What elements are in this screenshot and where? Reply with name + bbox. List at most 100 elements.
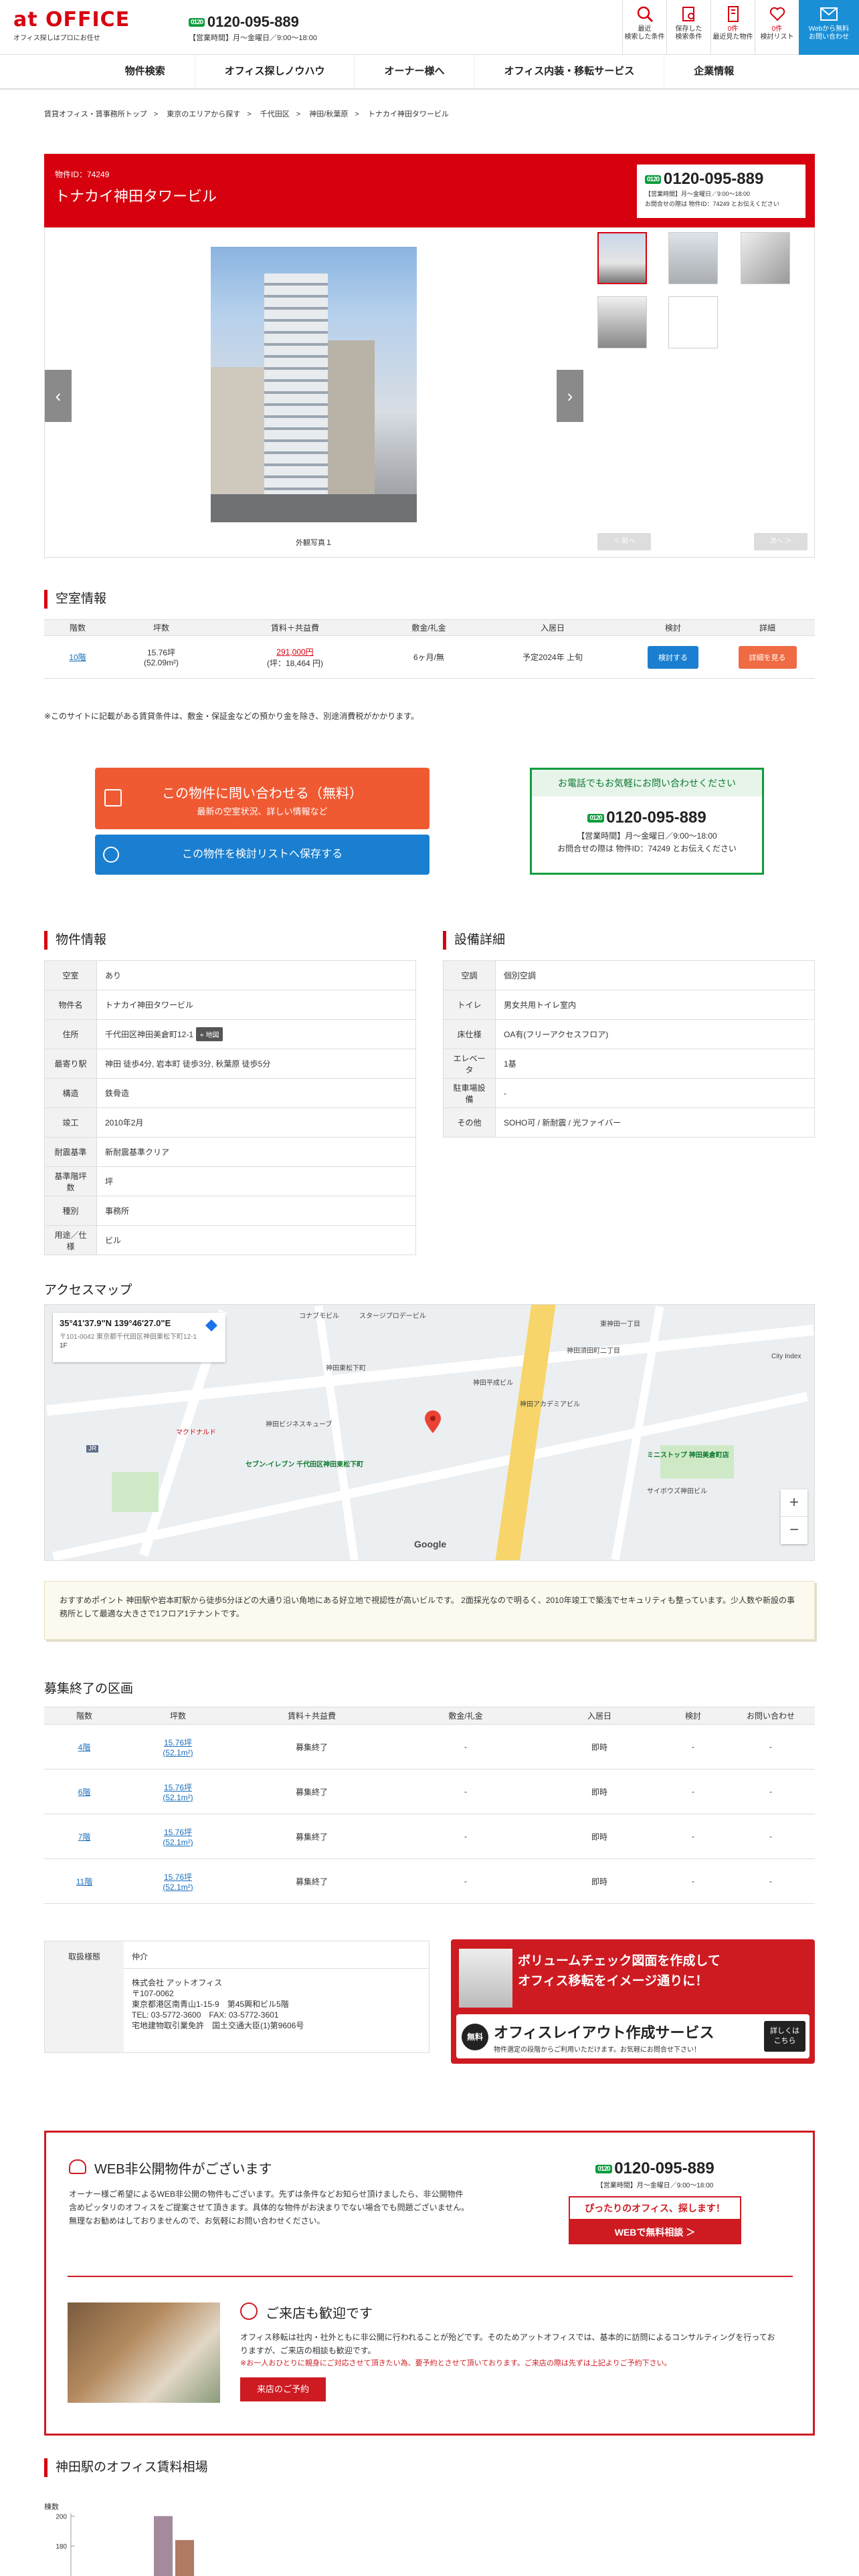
agent-tel: TEL: 03-5772-3600 FAX: 03-5772-3601: [132, 2010, 279, 2020]
sqm: (52.09m²): [143, 658, 179, 667]
map-label: 神田平成ビル: [473, 1380, 513, 1387]
map-floor: 1F: [60, 1342, 68, 1350]
web-hidden-tel[interactable]: 0120 0120-095-889: [568, 2159, 742, 2178]
info-key: 駐車場設備: [443, 1078, 496, 1108]
gallery-prev-arrow[interactable]: ‹: [45, 370, 72, 422]
info-key: その他: [443, 1107, 496, 1138]
info-value: 坪: [96, 1166, 416, 1196]
info-value: SOHO可 / 新耐震 / 光ファイバー: [495, 1107, 815, 1138]
tsubo[interactable]: 15.76坪: [124, 1782, 231, 1793]
google-logo: Google: [414, 1539, 447, 1549]
agent-zip: 〒107-0062: [132, 1989, 174, 1998]
property-inquiry-note: お問合せの際は 物件ID：74249 とお伝えください: [645, 201, 779, 207]
zoom-out-button[interactable]: −: [781, 1516, 807, 1543]
tsubo: 15.76坪: [147, 648, 176, 657]
breadcrumb-item[interactable]: 東京のエリアから探す: [167, 110, 240, 118]
floor-link[interactable]: 4階: [78, 1743, 91, 1752]
col-header: 階数: [44, 1707, 124, 1725]
tsubo[interactable]: 15.76坪: [124, 1871, 231, 1883]
photo-caption: 外観写真１: [296, 539, 332, 547]
sqm[interactable]: (52.1m²): [124, 1748, 231, 1757]
layout-service-banner[interactable]: ボリュームチェック図面を作成して オフィス移転をイメージ通りに！ 無料 オフィスレ…: [451, 1939, 815, 2064]
thumbnail[interactable]: [597, 296, 647, 348]
property-phone-number: 0120-095-889: [663, 170, 764, 188]
consider-list-button[interactable]: 0件 検討リスト: [755, 0, 799, 55]
col-header: 階数: [44, 619, 111, 636]
breadcrumb-item[interactable]: 賃貸オフィス・賃事務所トップ: [44, 110, 147, 118]
info-row: 床仕様 OA有(フリーアクセスフロア): [443, 1019, 815, 1049]
floor-link[interactable]: 11階: [76, 1877, 92, 1887]
inquiry-button[interactable]: この物件に問い合わせる（無料） 最新の空室状況、詳しい情報など: [95, 768, 430, 829]
inquiry: -: [727, 1769, 815, 1814]
deposit: -: [392, 1769, 539, 1814]
nav-property-search[interactable]: 物件検索: [96, 55, 195, 88]
sqm[interactable]: (52.1m²): [124, 1883, 231, 1892]
nav-company[interactable]: 企業情報: [664, 55, 763, 88]
save-to-list-button[interactable]: この物件を検討リストへ保存する: [95, 835, 430, 875]
tsubo[interactable]: 15.76坪: [124, 1826, 231, 1838]
info-key: 用途／仕様: [44, 1225, 97, 1255]
map-coordinates: 35°41'37.9"N 139°46'27.0"E: [60, 1318, 171, 1328]
info-value: 事務所: [96, 1196, 416, 1226]
floor-link[interactable]: 10階: [69, 653, 86, 662]
tsubo[interactable]: 15.76坪: [124, 1737, 231, 1748]
thumb-next-button[interactable]: 次へ ＞: [754, 533, 807, 550]
col-header: 賃料＋共益費: [211, 619, 379, 636]
info-row: 種別 事務所: [44, 1196, 416, 1226]
deposit: 6ヶ月/無: [379, 635, 479, 679]
recent-viewed-count: 0件: [727, 25, 739, 33]
info-row: 竣工 2010年2月: [44, 1107, 416, 1138]
floor-link[interactable]: 7階: [78, 1832, 91, 1842]
web-consult-button[interactable]: WEBで無料相談 ＞: [569, 2220, 741, 2244]
nav-owner[interactable]: オーナー様へ: [355, 55, 475, 88]
consider: -: [660, 1769, 727, 1814]
info-row: その他 SOHO可 / 新耐震 / 光ファイバー: [443, 1107, 815, 1138]
detail-button[interactable]: 詳細を見る: [738, 645, 797, 669]
floor-link[interactable]: 6階: [78, 1788, 91, 1797]
map-label: 神田須田町二丁目: [567, 1348, 620, 1355]
sqm[interactable]: (52.1m²): [124, 1838, 231, 1847]
consider-list-label: 検討リスト: [760, 33, 794, 41]
map-label: 神田ビジネスキューブ: [266, 1421, 332, 1428]
zoom-in-button[interactable]: +: [781, 1489, 807, 1516]
site-logo[interactable]: at OFFICE オフィス探しはプロにお任せ: [13, 9, 130, 43]
freedial-icon: 0120: [587, 813, 604, 823]
table-row: 7階 15.76坪 (52.1m²) 募集終了 - 即時 - -: [44, 1814, 815, 1859]
floorplan-thumbnail[interactable]: [668, 296, 718, 348]
info-value: あり: [96, 960, 416, 990]
access-map[interactable]: コナブモビル スタージプロデービル 神田東松下町 神田須田町二丁目 神田アカデミ…: [44, 1304, 815, 1561]
nav-knowhow[interactable]: オフィス探しノウハウ: [195, 55, 355, 88]
thumbnail[interactable]: [741, 232, 790, 284]
thumb-prev-button[interactable]: ＜ 前へ: [597, 533, 651, 550]
map-label: セブン-イレブン 千代田区神田東松下町: [246, 1461, 364, 1469]
info-key: トイレ: [443, 990, 496, 1020]
property-name: トナカイ神田タワービル: [55, 188, 217, 205]
thumbnail[interactable]: [597, 232, 647, 284]
recent-viewed-label: 最近見た物件: [712, 33, 753, 41]
recent-viewed-button[interactable]: 0件 最近見た物件: [710, 0, 755, 55]
col-header: 詳細: [720, 619, 815, 636]
building-photo: [211, 247, 417, 522]
nav-interior[interactable]: オフィス内装・移転サービス: [475, 55, 665, 88]
breadcrumb-item[interactable]: 神田/秋葉原: [309, 110, 348, 118]
recent-search-button[interactable]: 最近 検索した条件: [622, 0, 666, 55]
agent-license: 宅地建物取引業免許 国土交通大臣(1)第9606号: [132, 2021, 304, 2030]
property-id: 物件ID：74249: [55, 170, 110, 179]
visit-reserve-button[interactable]: 来店のご予約: [240, 2377, 326, 2401]
breadcrumb-item[interactable]: 千代田区: [260, 110, 290, 118]
col-header: お問い合わせ: [727, 1707, 815, 1725]
sqm[interactable]: (52.1m²): [124, 1793, 231, 1802]
consider-button[interactable]: 検討する: [648, 645, 698, 669]
property-phone-box[interactable]: 0120 0120-095-889 【営業時間】月～金曜日／9:00～18:00…: [637, 165, 805, 218]
banner-more-button[interactable]: 詳しくは こちら: [764, 2021, 805, 2052]
phone-box-tel[interactable]: 0120 0120-095-889: [532, 809, 762, 827]
map-button[interactable]: ⌖ 地図: [196, 1027, 223, 1041]
gallery-next-arrow[interactable]: ›: [557, 370, 583, 422]
info-row: 構造 鉄骨造: [44, 1078, 416, 1108]
web-inquiry-button[interactable]: Webから無料 お問い合わせ: [799, 0, 859, 55]
info-key: 基準階坪数: [44, 1166, 97, 1196]
find-office-button[interactable]: ぴったりのオフィス、探します！: [569, 2196, 741, 2220]
thumbnail[interactable]: [668, 232, 718, 284]
saved-search-button[interactable]: 保存した 検索条件: [666, 0, 710, 55]
header-phone[interactable]: 0120 0120-095-889 【営業時間】月～金曜日／9:00～18:00: [189, 13, 317, 43]
